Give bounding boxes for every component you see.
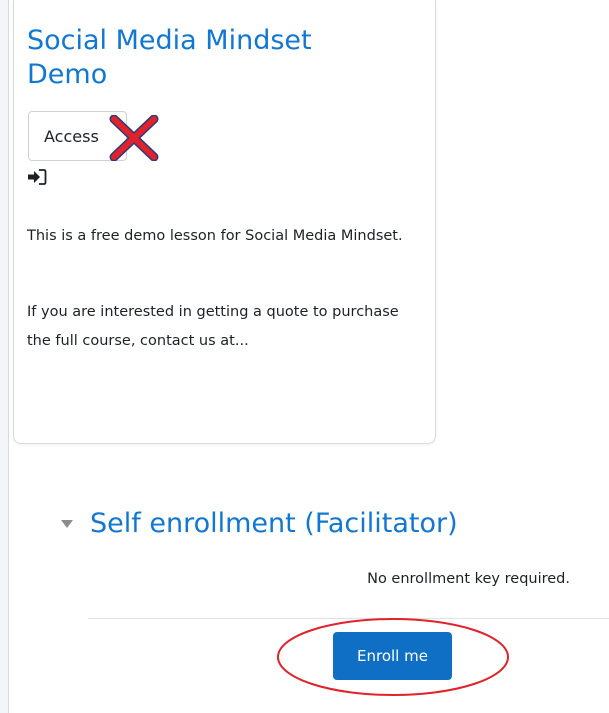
- enroll-me-button[interactable]: Enroll me: [333, 632, 452, 680]
- red-x-mark-icon: [109, 115, 159, 161]
- caret-down-icon[interactable]: [60, 519, 74, 529]
- divider: [88, 618, 609, 619]
- self-enrollment-heading[interactable]: Self enrollment (Facilitator): [90, 507, 458, 541]
- access-button-label: Access: [44, 127, 99, 146]
- course-summary-text: This is a free demo lesson for Social Me…: [27, 228, 403, 244]
- page: Social Media Mindset Demo Access This is…: [0, 0, 609, 713]
- course-summary-text: If you are interested in getting a quote…: [27, 304, 399, 349]
- sign-in-arrow-icon: [28, 169, 47, 185]
- course-title-link[interactable]: Social Media Mindset Demo: [27, 24, 387, 92]
- enrollment-key-notice: No enrollment key required.: [367, 571, 570, 587]
